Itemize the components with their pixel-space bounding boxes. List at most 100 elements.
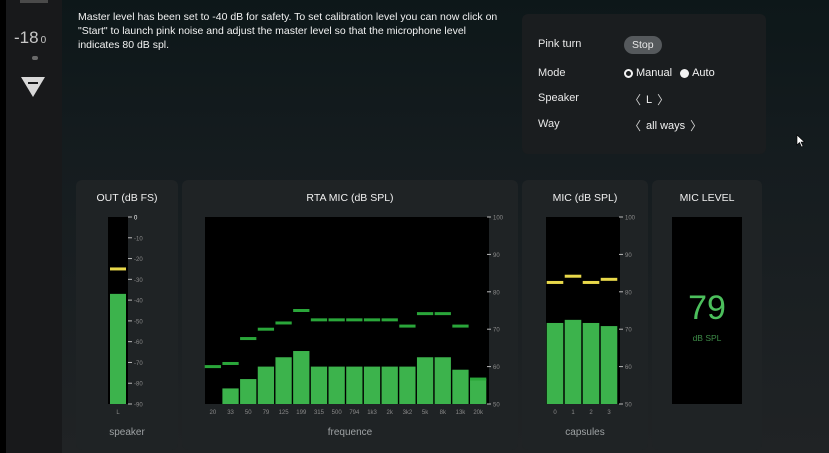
- x-tick-label: 79: [263, 410, 270, 416]
- master-sidebar: -18 0: [6, 0, 62, 453]
- bar: [328, 366, 345, 404]
- peak-marker: [275, 321, 292, 325]
- calibration-main: Master level has been set to -40 dB for …: [62, 0, 829, 453]
- radio-selected-icon: [624, 68, 633, 78]
- y-tick-label: 100: [625, 216, 636, 222]
- speaker-label: Speaker: [538, 92, 579, 104]
- x-tick-label: 0: [553, 410, 557, 416]
- way-prev-chevron-icon[interactable]: 〈: [624, 117, 646, 134]
- peak-marker: [222, 361, 239, 365]
- y-tick-label: -30: [134, 278, 143, 284]
- y-tick-label: -90: [134, 403, 143, 409]
- peak-marker: [110, 267, 126, 271]
- x-tick-label: 2: [589, 410, 593, 416]
- out-panel-footer: speaker: [109, 427, 145, 438]
- mode-auto-label: Auto: [692, 67, 715, 79]
- bar: [546, 322, 564, 404]
- y-tick-label: 80: [493, 290, 500, 296]
- x-tick-label: 500: [332, 410, 343, 416]
- x-tick-label: 3k2: [403, 410, 413, 416]
- mode-auto-radio[interactable]: Auto: [680, 67, 715, 79]
- master-level-value: -18 0: [14, 28, 46, 48]
- way-next-chevron-icon[interactable]: 〉: [685, 117, 707, 134]
- bar: [434, 357, 451, 404]
- x-tick-label: 125: [279, 410, 290, 416]
- y-tick-label: 100: [493, 216, 504, 222]
- master-down-triangle-icon[interactable]: [21, 77, 45, 97]
- y-tick-label: -50: [134, 319, 143, 325]
- mic-level-value: 79: [688, 289, 726, 327]
- mic-panel-footer: capsules: [565, 427, 605, 438]
- mic-level-unit: dB SPL: [692, 333, 722, 343]
- x-tick-label: L: [116, 410, 120, 416]
- mouse-cursor-icon: [796, 134, 806, 148]
- x-tick-label: 794: [349, 410, 360, 416]
- y-tick-label: 0: [134, 216, 138, 222]
- master-level-decimal: 0: [40, 35, 47, 46]
- peak-marker: [204, 365, 221, 369]
- peak-marker: [470, 377, 487, 381]
- rta-panel-footer: frequence: [327, 427, 373, 438]
- y-tick-label: 50: [493, 403, 500, 409]
- x-tick-label: 20k: [473, 410, 484, 416]
- bar: [222, 388, 239, 404]
- peak-marker: [310, 318, 328, 322]
- pink-turn-label: Pink turn: [538, 38, 582, 50]
- mic-level-title: MIC LEVEL: [679, 192, 735, 204]
- mode-manual-radio[interactable]: Manual: [624, 67, 672, 79]
- y-tick-label: -80: [134, 382, 143, 388]
- bar: [310, 366, 328, 404]
- bar: [275, 357, 292, 404]
- mode-label: Mode: [538, 67, 566, 79]
- bar: [399, 366, 416, 404]
- y-tick-label: -70: [134, 361, 143, 367]
- bar: [582, 322, 600, 404]
- x-tick-label: 50: [245, 410, 252, 416]
- bar: [363, 366, 381, 404]
- mic-panel-title: MIC (dB SPL): [552, 192, 618, 204]
- bar: [346, 366, 363, 404]
- peak-marker: [452, 324, 469, 328]
- bar: [416, 357, 434, 404]
- radio-icon: [680, 68, 690, 78]
- peak-marker: [399, 324, 416, 328]
- x-tick-label: 315: [314, 410, 325, 416]
- sidebar-handle[interactable]: [20, 0, 48, 3]
- y-tick-label: 90: [625, 253, 632, 259]
- out-panel: OUT (dB FS) 0 -10 -20 -30 -40 -50 -60 -70 -80 -90…: [76, 180, 178, 450]
- peak-marker: [346, 318, 363, 322]
- x-tick-label: 5k: [422, 410, 429, 416]
- stop-button[interactable]: Stop: [624, 36, 662, 54]
- bar: [470, 379, 487, 404]
- way-value: all ways: [646, 119, 686, 132]
- bar: [110, 293, 126, 404]
- y-tick-label: -60: [134, 340, 143, 346]
- y-tick-label: -40: [134, 299, 143, 305]
- x-tick-label: 13k: [456, 410, 467, 416]
- way-label: Way: [538, 118, 560, 130]
- peak-marker: [257, 327, 275, 331]
- peak-marker: [240, 337, 257, 341]
- mic-panel: MIC (dB SPL) 100 90 80 70 60 50 0 1 2 3 capsules: [522, 180, 648, 450]
- y-tick-label: -10: [134, 236, 143, 242]
- speaker-prev-chevron-icon[interactable]: 〈: [624, 91, 646, 108]
- peak-marker: [416, 312, 434, 316]
- instruction-message: Master level has been set to -40 dB for …: [78, 11, 498, 51]
- peak-marker: [600, 277, 618, 281]
- peak-marker: [328, 318, 345, 322]
- bar: [240, 379, 257, 404]
- y-tick-label: 80: [625, 290, 632, 296]
- mode-manual-label: Manual: [636, 67, 673, 79]
- out-panel-title: OUT (dB FS): [96, 192, 158, 204]
- y-tick-label: 60: [625, 365, 632, 371]
- settings-panel: Pink turn Stop Mode Manual Auto Speaker …: [522, 14, 766, 154]
- y-tick-label: 90: [493, 253, 500, 259]
- speaker-next-chevron-icon[interactable]: 〉: [652, 91, 674, 108]
- rta-spectrum: 100 90 80 70 60 50 20 33 50 79 125 199 315 500 794 1k3 2…: [204, 216, 504, 416]
- rta-panel: RTA MIC (dB SPL) 100 90 80 70 60 50 20 33 50 79 12…: [182, 180, 518, 450]
- bar: [600, 326, 618, 404]
- y-tick-label: 50: [625, 403, 632, 409]
- x-tick-label: 2k: [387, 410, 394, 416]
- bar: [293, 351, 310, 404]
- y-tick-label: -20: [134, 257, 143, 263]
